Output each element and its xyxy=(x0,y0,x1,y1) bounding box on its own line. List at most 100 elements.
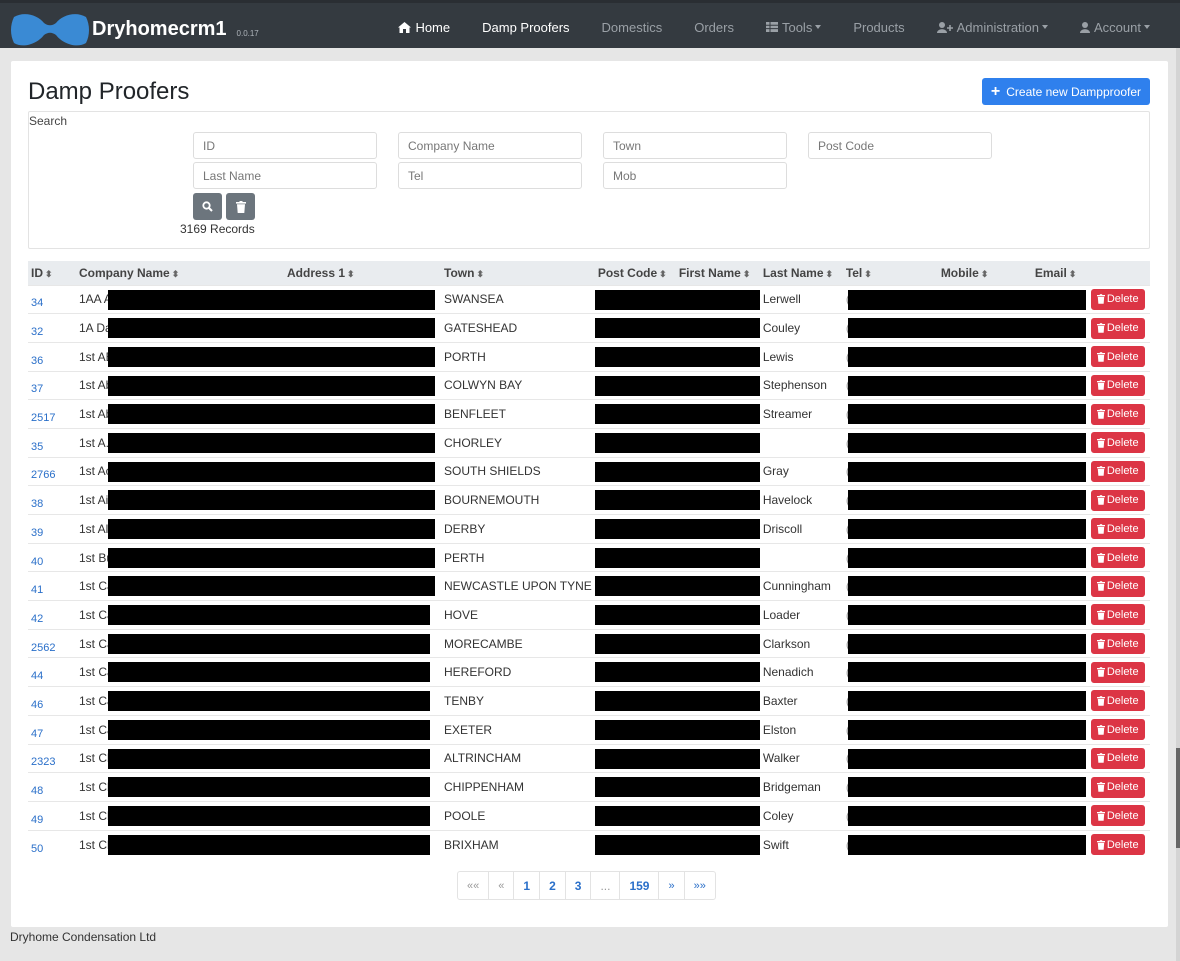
cell-address-1 xyxy=(284,658,441,687)
row-id-link[interactable]: 47 xyxy=(31,728,43,740)
pagination-last[interactable]: »» xyxy=(683,872,715,899)
delete-button[interactable]: Delete xyxy=(1090,805,1145,827)
column-header-last-name[interactable]: Last Name ⬍ xyxy=(760,261,843,285)
delete-button[interactable]: Delete xyxy=(1090,288,1145,310)
column-header-mobile[interactable]: Mobile ⬍ xyxy=(938,261,1032,285)
delete-button[interactable]: Delete xyxy=(1090,575,1145,597)
bowtie-logo-icon xyxy=(11,14,89,46)
cell-post-code xyxy=(594,486,760,515)
pagination-page-3[interactable]: 3 xyxy=(564,872,591,899)
last-name-search-input[interactable] xyxy=(193,162,377,189)
pagination-last-page[interactable]: 159 xyxy=(619,872,658,899)
cell-email xyxy=(1032,629,1088,658)
column-header-first-name[interactable]: First Name ⬍ xyxy=(676,261,760,285)
delete-button[interactable]: Delete xyxy=(1090,690,1145,712)
nav-damp-proofers[interactable]: Damp Proofers xyxy=(466,20,585,35)
nav-products[interactable]: Products xyxy=(837,20,920,35)
column-header-tel[interactable]: Tel ⬍ xyxy=(843,261,938,285)
brand[interactable]: Dryhomecrm1 0.0.17 xyxy=(10,11,259,47)
row-id-link[interactable]: 40 xyxy=(31,556,43,568)
column-header-company-name[interactable]: Company Name ⬍ xyxy=(76,261,284,285)
dampproofers-table: ID ⬍ Company Name ⬍ Address 1 ⬍ Town ⬍ Post … xyxy=(28,261,1150,859)
column-header-post-code[interactable]: Post Code ⬍ xyxy=(595,261,676,285)
delete-button[interactable]: Delete xyxy=(1090,719,1145,741)
row-id-link[interactable]: 2323 xyxy=(31,756,55,768)
delete-button[interactable]: Delete xyxy=(1090,317,1145,339)
row-id-link[interactable]: 36 xyxy=(31,355,43,367)
cell-id: 49 xyxy=(28,801,76,830)
row-id-link[interactable]: 2766 xyxy=(31,469,55,481)
row-id-link[interactable]: 50 xyxy=(31,843,43,855)
cell-email xyxy=(1032,687,1088,716)
delete-button[interactable]: Delete xyxy=(1090,661,1145,683)
nav-orders[interactable]: Orders xyxy=(678,20,750,35)
cell-address-1 xyxy=(284,687,441,716)
row-id-link[interactable]: 35 xyxy=(31,441,43,453)
row-id-link[interactable]: 38 xyxy=(31,498,43,510)
page-scrollbar[interactable] xyxy=(1176,48,1180,961)
column-header-town[interactable]: Town ⬍ xyxy=(441,261,595,285)
nav-home[interactable]: Home xyxy=(382,20,466,35)
pagination-page-1[interactable]: 1 xyxy=(513,872,539,899)
town-text: BRIXHAM xyxy=(444,837,499,852)
delete-button[interactable]: Delete xyxy=(1090,547,1145,569)
column-header-id[interactable]: ID ⬍ xyxy=(28,261,76,285)
nav-account-dropdown[interactable]: Account xyxy=(1064,20,1166,35)
delete-label: Delete xyxy=(1106,379,1139,392)
row-id-link[interactable]: 41 xyxy=(31,584,43,596)
pagination-page-2[interactable]: 2 xyxy=(539,872,565,899)
town-search-input[interactable] xyxy=(603,132,787,159)
create-dampproofer-button[interactable]: + Create new Dampproofer xyxy=(981,78,1150,105)
nav-tools-dropdown[interactable]: Tools xyxy=(750,20,837,35)
id-search-input[interactable] xyxy=(193,132,377,159)
post-code-search-input[interactable] xyxy=(808,132,992,159)
row-id-link[interactable]: 44 xyxy=(31,670,43,682)
nav-domestics[interactable]: Domestics xyxy=(586,20,679,35)
town-text: BOURNEMOUTH xyxy=(444,493,540,508)
search-button[interactable] xyxy=(193,193,222,220)
row-id-link[interactable]: 2517 xyxy=(31,412,55,424)
pagination-prev[interactable]: « xyxy=(488,872,513,899)
chevron-down-icon xyxy=(815,25,822,29)
delete-button[interactable]: Delete xyxy=(1090,489,1145,511)
delete-button[interactable]: Delete xyxy=(1090,747,1145,769)
delete-button[interactable]: Delete xyxy=(1090,374,1145,396)
delete-button[interactable]: Delete xyxy=(1090,432,1145,454)
delete-button[interactable]: Delete xyxy=(1090,633,1145,655)
row-id-link[interactable]: 2562 xyxy=(31,642,55,654)
mob-search-input[interactable] xyxy=(603,162,787,189)
column-header-email[interactable]: Email ⬍ xyxy=(1032,261,1088,285)
delete-button[interactable]: Delete xyxy=(1090,346,1145,368)
clear-search-button[interactable] xyxy=(226,193,255,220)
row-id-link[interactable]: 34 xyxy=(31,297,43,309)
tel-search-input[interactable] xyxy=(398,162,582,189)
delete-button[interactable]: Delete xyxy=(1090,403,1145,425)
delete-button[interactable]: Delete xyxy=(1090,776,1145,798)
delete-label: Delete xyxy=(1106,752,1139,765)
delete-button[interactable]: Delete xyxy=(1090,518,1145,540)
cell-id: 32 xyxy=(28,314,76,343)
row-id-link[interactable]: 42 xyxy=(31,613,43,625)
scrollbar-thumb[interactable] xyxy=(1176,748,1180,848)
row-id-link[interactable]: 46 xyxy=(31,699,43,711)
row-id-link[interactable]: 49 xyxy=(31,814,43,826)
cell-actions: Delete xyxy=(1088,572,1150,601)
row-id-link[interactable]: 37 xyxy=(31,383,43,395)
delete-label: Delete xyxy=(1106,637,1139,650)
delete-button[interactable]: Delete xyxy=(1090,604,1145,626)
delete-button[interactable]: Delete xyxy=(1090,834,1145,856)
nav-administration-dropdown[interactable]: Administration xyxy=(921,20,1064,35)
cell-tel: ( xyxy=(843,543,1086,572)
column-header-address-1[interactable]: Address 1 ⬍ xyxy=(284,261,441,285)
town-text: SWANSEA xyxy=(444,292,504,307)
delete-button[interactable]: Delete xyxy=(1090,460,1145,482)
row-id-link[interactable]: 32 xyxy=(31,326,43,338)
table-row: 2562 1st Ca MORECAMBE Clarkson (Delete xyxy=(28,629,1150,658)
search-icon xyxy=(202,201,213,212)
company-name-search-input[interactable] xyxy=(398,132,582,159)
pagination-next[interactable]: » xyxy=(658,872,683,899)
pagination-first[interactable]: «« xyxy=(458,872,488,899)
cell-last-name: Cunningham xyxy=(760,572,843,601)
row-id-link[interactable]: 39 xyxy=(31,527,43,539)
row-id-link[interactable]: 48 xyxy=(31,785,43,797)
